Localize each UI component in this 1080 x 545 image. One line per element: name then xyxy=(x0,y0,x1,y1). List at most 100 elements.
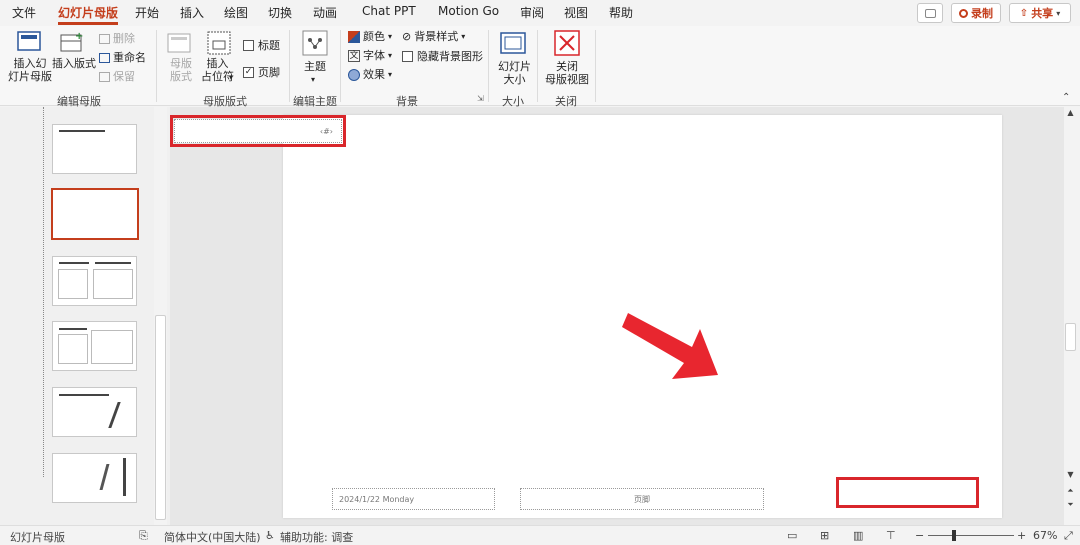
chevron-down-icon: ▾ xyxy=(229,73,234,82)
ribbon-separator xyxy=(595,30,596,102)
effects-label: 效果 xyxy=(363,68,385,81)
effects-icon xyxy=(348,68,360,81)
close-icon xyxy=(554,30,580,56)
tab-home[interactable]: 开始 xyxy=(135,4,159,21)
layout-thumbnail[interactable] xyxy=(52,124,137,174)
footer-text: 页脚 xyxy=(634,494,650,504)
tab-chat-ppt[interactable]: Chat PPT xyxy=(362,4,416,18)
status-bar: 幻灯片母版 ⎘ 简体中文(中国大陆) ♿ 辅助功能: 调查 ▭ ⊞ ▥ ⊤ − … xyxy=(0,525,1080,545)
rename-label: 重命名 xyxy=(113,51,146,64)
share-label: 共享 xyxy=(1031,7,1054,20)
slide-size-icon xyxy=(500,32,526,54)
themes-label: 主题 xyxy=(304,60,326,73)
layout-thumbnail[interactable] xyxy=(52,453,137,503)
thumbnail-scrollbar[interactable] xyxy=(154,107,167,525)
tab-review[interactable]: 审阅 xyxy=(520,4,544,21)
effects-button[interactable]: 效果 ▾ xyxy=(348,68,392,81)
background-styles-button[interactable]: ⊘ 背景样式 ▾ xyxy=(402,30,465,43)
title-checkbox[interactable]: 标题 xyxy=(243,39,280,52)
thumb-box xyxy=(58,269,88,299)
comments-button[interactable] xyxy=(917,3,943,23)
collapse-ribbon-icon[interactable]: ⌃ xyxy=(1062,92,1070,103)
scrollbar-thumb[interactable] xyxy=(1065,323,1076,351)
colors-icon xyxy=(348,30,360,43)
dialog-launcher-icon[interactable]: ⇲ xyxy=(477,94,484,103)
layout-icon: + xyxy=(60,31,83,52)
ribbon-separator xyxy=(488,30,489,102)
master-layout-icon xyxy=(167,33,191,53)
layout-thumbnail[interactable] xyxy=(52,321,137,371)
thumb-vertical-text xyxy=(99,464,110,490)
zoom-in-icon[interactable]: + xyxy=(1017,529,1026,542)
footer-placeholder[interactable]: 页脚 xyxy=(520,488,764,510)
tab-insert[interactable]: 插入 xyxy=(180,4,204,21)
status-accessibility[interactable]: 辅助功能: 调查 xyxy=(280,529,353,545)
record-icon xyxy=(959,8,968,18)
master-layout-label: 母版 版式 xyxy=(170,57,192,83)
scroll-up-icon[interactable]: ▲ xyxy=(1064,107,1077,119)
zoom-level[interactable]: 67% xyxy=(1033,529,1057,542)
tab-help[interactable]: 帮助 xyxy=(609,4,633,21)
paint-bucket-icon: ⊘ xyxy=(402,30,412,43)
chevron-down-icon: ▾ xyxy=(461,32,466,41)
checkmark-icon: ✓ xyxy=(243,67,254,78)
delete-label: 删除 xyxy=(113,32,135,45)
thumb-title-line xyxy=(59,394,109,396)
spellcheck-icon[interactable]: ⎘ xyxy=(139,529,148,543)
fonts-label: 字体 xyxy=(363,49,385,62)
colors-button[interactable]: 颜色 ▾ xyxy=(348,30,392,43)
tab-view[interactable]: 视图 xyxy=(564,4,588,21)
placeholder-icon xyxy=(207,31,231,55)
themes-icon xyxy=(302,30,328,56)
date-placeholder[interactable]: 2024/1/22 Monday xyxy=(332,488,495,510)
tab-animations[interactable]: 动画 xyxy=(313,4,337,21)
scrollbar-thumb[interactable] xyxy=(155,315,166,520)
red-arrow-icon xyxy=(622,313,718,379)
reading-view-icon[interactable]: ▥ xyxy=(853,529,863,542)
fonts-button[interactable]: 文 字体 ▾ xyxy=(348,49,392,62)
thumb-title-line xyxy=(59,328,87,330)
svg-text:+: + xyxy=(75,31,83,42)
preserve-button[interactable]: 保留 xyxy=(99,70,135,83)
slide-master-icon xyxy=(17,31,41,51)
ribbon-separator xyxy=(156,30,157,102)
next-slide-icon[interactable]: ⏷ xyxy=(1064,499,1077,511)
layout-thumbnail-selected[interactable] xyxy=(51,188,139,240)
ribbon-tab-bar: 文件 幻灯片母版 开始 插入 绘图 切换 动画 Chat PPT Motion … xyxy=(0,0,1080,26)
thumb-title-line xyxy=(95,262,131,264)
record-label: 录制 xyxy=(971,7,993,20)
ribbon-separator xyxy=(289,30,290,102)
slide-sorter-icon[interactable]: ⊞ xyxy=(820,529,829,542)
thumb-vertical-text xyxy=(123,458,126,496)
previous-slide-icon[interactable]: ⏶ xyxy=(1064,485,1077,497)
fit-to-window-icon[interactable]: ⤢ xyxy=(1064,529,1073,543)
scroll-down-icon[interactable]: ▼ xyxy=(1064,469,1077,481)
zoom-slider[interactable] xyxy=(928,535,1014,536)
chevron-down-icon: ▾ xyxy=(311,75,316,84)
layout-thumbnail[interactable] xyxy=(52,256,137,306)
record-button[interactable]: 录制 xyxy=(951,3,1001,23)
colors-label: 颜色 xyxy=(363,30,385,43)
zoom-out-icon[interactable]: − xyxy=(915,529,924,542)
rename-button[interactable]: 重命名 xyxy=(99,51,146,64)
thumb-box xyxy=(58,334,88,364)
layout-thumbnail[interactable] xyxy=(52,387,137,437)
insert-layout-label: 插入版式 xyxy=(52,57,96,70)
status-language[interactable]: 简体中文(中国大陆) xyxy=(164,529,261,545)
delete-button[interactable]: 删除 xyxy=(99,32,135,45)
share-button[interactable]: ⇧ 共享 ▾ xyxy=(1009,3,1071,23)
tab-draw[interactable]: 绘图 xyxy=(224,4,248,21)
accessibility-icon: ♿ xyxy=(265,529,275,542)
tab-file[interactable]: 文件 xyxy=(12,4,36,21)
slideshow-icon[interactable]: ⊤ xyxy=(886,529,896,542)
hide-background-checkbox[interactable]: 隐藏背景图形 xyxy=(402,50,483,63)
normal-view-icon[interactable]: ▭ xyxy=(787,529,797,542)
tab-slide-master[interactable]: 幻灯片母版 xyxy=(58,4,119,25)
status-view-name: 幻灯片母版 xyxy=(10,531,65,544)
zoom-slider-handle[interactable] xyxy=(952,530,956,541)
editor-scrollbar[interactable]: ▲ ▼ ⏶ ⏷ xyxy=(1064,107,1077,525)
footer-checkbox[interactable]: ✓ 页脚 xyxy=(243,66,280,79)
chevron-down-icon: ▾ xyxy=(388,32,393,41)
tab-motion-go[interactable]: Motion Go xyxy=(438,4,499,18)
tab-transitions[interactable]: 切换 xyxy=(268,4,292,21)
